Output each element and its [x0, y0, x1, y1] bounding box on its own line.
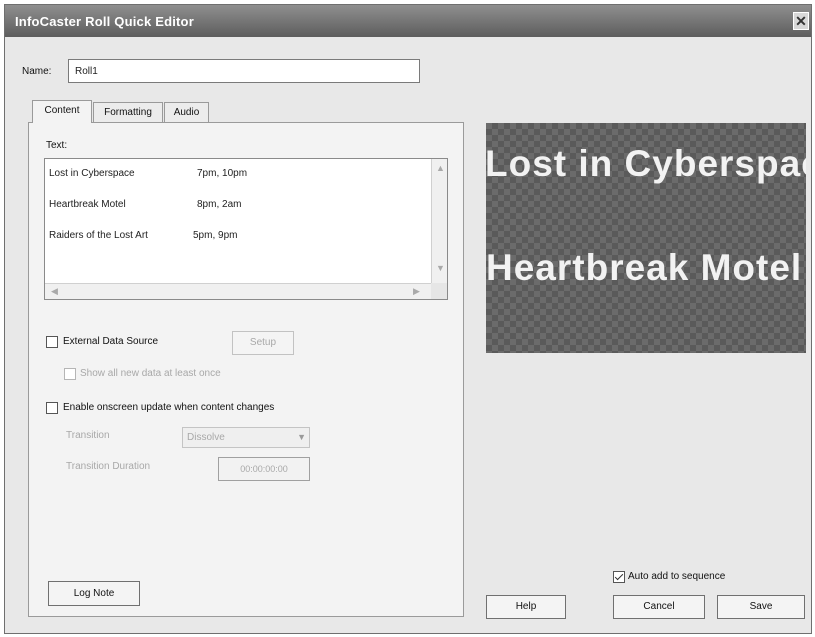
scroll-down-icon[interactable]: ▼ [436, 263, 445, 273]
preview-line: Lost in Cyberspace [486, 143, 806, 184]
row-times: 5pm, 9pm [193, 230, 238, 241]
show-all-new-data-label: Show all new data at least once [80, 368, 221, 379]
log-note-button[interactable]: Log Note [48, 581, 140, 606]
row-times: 8pm, 2am [197, 199, 242, 210]
tab-formatting[interactable]: Formatting [93, 102, 163, 123]
cancel-button[interactable]: Cancel [613, 595, 705, 619]
roll-text-area[interactable]: Lost in Cyberspace 7pm, 10pm Heartbreak … [44, 158, 448, 300]
transition-label: Transition [66, 430, 110, 441]
enable-onscreen-update-label: Enable onscreen update when content chan… [63, 402, 275, 413]
auto-add-to-sequence-checkbox[interactable] [613, 571, 625, 583]
horizontal-scrollbar[interactable]: ◀ ▶ [45, 283, 431, 299]
auto-add-to-sequence-label: Auto add to sequence [628, 571, 726, 582]
scroll-right-icon[interactable]: ▶ [413, 286, 420, 297]
scrollbar-corner [431, 283, 447, 299]
scroll-left-icon[interactable]: ◀ [51, 286, 58, 297]
row-title: Heartbreak Motel [49, 199, 126, 210]
row-title: Lost in Cyberspace [49, 168, 135, 179]
transition-value: Dissolve [187, 432, 225, 443]
chevron-down-icon: ▼ [297, 432, 306, 442]
transition-duration-field[interactable]: 00:00:00:00 [218, 457, 310, 481]
transition-duration-label: Transition Duration [66, 461, 151, 472]
tab-content[interactable]: Content [32, 100, 92, 123]
enable-onscreen-update-checkbox[interactable] [46, 402, 58, 414]
text-label: Text: [46, 140, 68, 151]
row-title: Raiders of the Lost Art [49, 230, 148, 241]
help-button[interactable]: Help [486, 595, 566, 619]
name-input[interactable] [68, 59, 420, 83]
scroll-up-icon[interactable]: ▲ [436, 163, 445, 173]
tab-audio[interactable]: Audio [164, 102, 209, 123]
vertical-scrollbar[interactable]: ▲ ▼ [431, 159, 447, 283]
window-title: InfoCaster Roll Quick Editor [15, 14, 194, 29]
transition-select[interactable]: Dissolve ▼ [182, 427, 310, 448]
external-data-source-checkbox[interactable] [46, 336, 58, 348]
title-bar[interactable]: InfoCaster Roll Quick Editor ✕ [5, 5, 811, 37]
preview-line: Heartbreak Motel [486, 247, 803, 288]
show-all-new-data-checkbox[interactable] [64, 368, 76, 380]
name-label: Name: [22, 66, 52, 77]
setup-button[interactable]: Setup [232, 331, 294, 355]
row-times: 7pm, 10pm [197, 168, 248, 179]
save-button[interactable]: Save [717, 595, 805, 619]
external-data-source-label: External Data Source [63, 336, 159, 347]
preview-pane: Lost in Cyberspace Heartbreak Motel [486, 123, 806, 353]
close-icon[interactable]: ✕ [793, 12, 809, 30]
